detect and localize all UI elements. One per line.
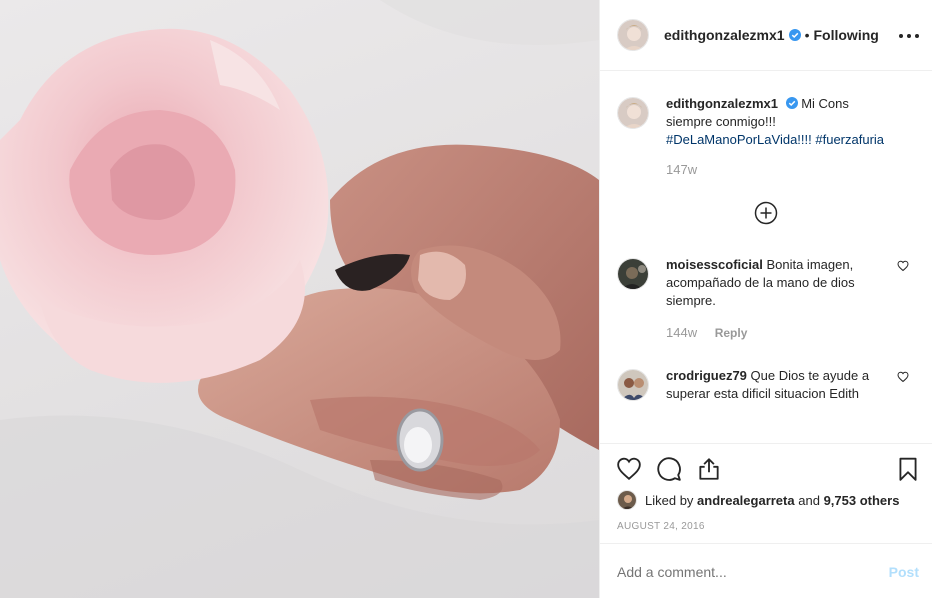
post-author-username[interactable]: edithgonzalezmx1 xyxy=(664,27,785,43)
caption-body: edithgonzalezmx1 Mi Cons siempre conmigo… xyxy=(666,95,896,179)
verified-badge-icon xyxy=(788,29,801,41)
comments-list[interactable]: edithgonzalezmx1 Mi Cons siempre conmigo… xyxy=(600,71,932,443)
action-icons-row xyxy=(616,456,921,482)
comment-like-heart-icon[interactable] xyxy=(897,260,909,272)
likes-text: Liked by andrealegarreta and 9,753 other… xyxy=(645,493,899,508)
share-icon[interactable] xyxy=(696,456,722,482)
plus-circle-icon[interactable] xyxy=(754,201,778,225)
instagram-post: edithgonzalezmx1 • Following edithgonzal… xyxy=(0,0,932,598)
post-photo[interactable] xyxy=(0,0,599,598)
liked-by-others[interactable]: 9,753 others xyxy=(824,493,900,508)
profile-photo-icon xyxy=(618,98,648,128)
hashtag-link[interactable]: #fuerzafuria xyxy=(815,132,884,147)
post-date[interactable]: AUGUST 24, 2016 xyxy=(617,521,705,532)
liked-by-prefix: Liked by xyxy=(645,492,694,508)
more-horizontal-icon[interactable] xyxy=(899,26,919,46)
profile-photo-icon xyxy=(618,491,636,509)
post-header: edithgonzalezmx1 • Following xyxy=(600,0,932,71)
avatar[interactable] xyxy=(617,258,649,290)
comment-username[interactable]: crodriguez79 xyxy=(666,368,747,383)
separator-dot: • xyxy=(804,27,810,43)
rose-and-hands-image xyxy=(0,0,599,598)
hashtag-link[interactable]: #DeLaManoPorLaVida!!!! xyxy=(666,132,812,147)
post-comment-button[interactable]: Post xyxy=(889,564,919,580)
caption-username[interactable]: edithgonzalezmx1 xyxy=(666,96,778,111)
add-comment-section: Post xyxy=(600,543,932,598)
likes-summary: Liked by andrealegarreta and 9,753 other… xyxy=(617,490,899,510)
liked-by-connector: and xyxy=(798,492,820,508)
liked-by-user[interactable]: andrealegarreta xyxy=(697,493,795,508)
following-button[interactable]: Following xyxy=(814,27,879,43)
avatar[interactable] xyxy=(617,19,649,51)
profile-photo-icon xyxy=(618,259,648,289)
comment-bubble-icon[interactable] xyxy=(656,456,682,482)
comment-timestamp[interactable]: 144w xyxy=(666,325,697,340)
post-side-panel: edithgonzalezmx1 • Following edithgonzal… xyxy=(599,0,932,598)
verified-badge-icon xyxy=(785,97,798,109)
caption-timestamp[interactable]: 147w xyxy=(666,162,697,177)
comment-body: moisesscoficial Bonita imagen, acompañad… xyxy=(666,256,896,342)
comment-username[interactable]: moisesscoficial xyxy=(666,257,763,272)
caption: edithgonzalezmx1 Mi Cons siempre conmigo… xyxy=(617,95,917,179)
profile-photo-icon xyxy=(618,20,648,50)
heart-icon[interactable] xyxy=(616,456,642,482)
reply-button[interactable]: Reply xyxy=(715,326,748,340)
profile-photo-icon xyxy=(618,370,648,400)
avatar[interactable] xyxy=(617,490,637,510)
add-comment-input[interactable] xyxy=(617,564,857,580)
comment-body: crodriguez79 Que Dios te ayude a superar… xyxy=(666,367,896,403)
bookmark-icon[interactable] xyxy=(895,456,921,482)
avatar[interactable] xyxy=(617,97,649,129)
comment-item: crodriguez79 Que Dios te ayude a superar… xyxy=(617,367,917,403)
comment-like-heart-icon[interactable] xyxy=(897,371,909,383)
avatar[interactable] xyxy=(617,369,649,401)
comment-item: moisesscoficial Bonita imagen, acompañad… xyxy=(617,256,917,342)
post-actions: Liked by andrealegarreta and 9,753 other… xyxy=(600,443,932,543)
